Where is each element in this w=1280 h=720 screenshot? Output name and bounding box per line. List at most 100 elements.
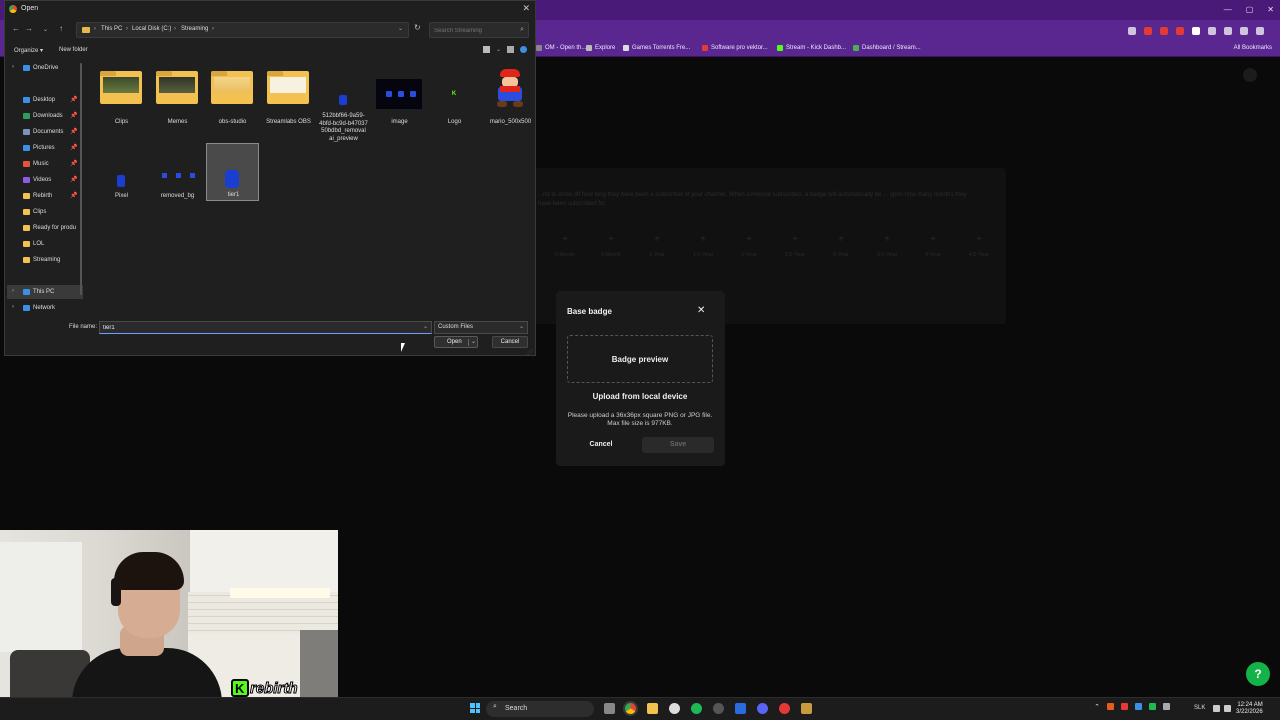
taskbar-search[interactable]: ⌕ Search bbox=[486, 701, 594, 717]
minimize-icon[interactable]: — bbox=[1224, 5, 1232, 14]
close-icon[interactable]: ✕ bbox=[1267, 5, 1274, 14]
badge-slot[interactable]: +9-Month bbox=[596, 234, 626, 258]
nav-item[interactable]: Music 📌 bbox=[7, 157, 83, 171]
extension-icon[interactable] bbox=[1160, 27, 1168, 35]
steam-icon[interactable] bbox=[713, 703, 724, 714]
chevron-down-icon[interactable]: ⌄ bbox=[423, 323, 428, 330]
breadcrumb-item[interactable]: Streaming bbox=[181, 26, 208, 32]
extension-icon[interactable] bbox=[1144, 27, 1152, 35]
cancel-button[interactable]: Cancel bbox=[492, 336, 528, 348]
download-icon[interactable] bbox=[1224, 27, 1232, 35]
refresh-icon[interactable]: ↻ bbox=[414, 23, 421, 32]
file-item[interactable]: Streamlabs OBS bbox=[262, 67, 315, 127]
tray-app-icon[interactable] bbox=[1107, 703, 1114, 710]
tray-app-icon[interactable] bbox=[1163, 703, 1170, 710]
star-icon[interactable] bbox=[1128, 27, 1136, 35]
chevron-right-icon[interactable]: › bbox=[12, 64, 14, 70]
recent-chevron-icon[interactable]: ⌄ bbox=[43, 26, 48, 33]
search-input[interactable] bbox=[434, 26, 514, 35]
file-explorer-icon[interactable] bbox=[647, 703, 658, 714]
open-button[interactable]: Open ⌄ bbox=[434, 336, 478, 348]
chevron-down-icon[interactable]: ⌄ bbox=[471, 338, 476, 345]
badge-slot[interactable]: +4.5-Year bbox=[964, 234, 994, 258]
discord-icon[interactable] bbox=[757, 703, 768, 714]
badge-slot[interactable]: +1-Year bbox=[642, 234, 672, 258]
resize-grip-icon[interactable]: ⋰ bbox=[527, 349, 533, 356]
spotify-icon[interactable] bbox=[691, 703, 702, 714]
profile-icon[interactable] bbox=[1240, 27, 1248, 35]
file-name-field[interactable]: ⌄ bbox=[99, 321, 432, 334]
volume-icon[interactable] bbox=[1224, 705, 1231, 712]
file-item[interactable]: mario_500x500 bbox=[484, 67, 537, 127]
task-view-icon[interactable] bbox=[604, 703, 615, 714]
file-name-input[interactable] bbox=[103, 324, 403, 332]
file-item[interactable]: K Logo bbox=[428, 67, 481, 127]
file-item[interactable]: Pixel bbox=[95, 147, 148, 203]
nav-item[interactable]: Desktop 📌 bbox=[7, 93, 83, 107]
file-item[interactable]: image bbox=[373, 67, 426, 127]
bookmark[interactable]: OM - Open th... bbox=[536, 45, 586, 51]
nav-item[interactable]: Downloads 📌 bbox=[7, 109, 83, 123]
forward-icon[interactable]: → bbox=[25, 24, 33, 33]
avatar[interactable] bbox=[1243, 68, 1257, 82]
app-icon[interactable] bbox=[779, 703, 790, 714]
chevron-down-icon[interactable]: ⌄ bbox=[398, 25, 403, 32]
file-type-select[interactable]: Custom Files ⌄ bbox=[434, 321, 528, 334]
help-icon[interactable] bbox=[520, 46, 527, 53]
nav-item[interactable]: LOL bbox=[7, 237, 83, 251]
chevron-right-icon[interactable]: › bbox=[12, 288, 14, 294]
language-indicator[interactable]: SLK bbox=[1194, 705, 1205, 711]
puzzle-icon[interactable] bbox=[1208, 27, 1216, 35]
badge-slot[interactable]: +2.5-Year bbox=[780, 234, 810, 258]
cancel-button[interactable]: Cancel bbox=[576, 437, 626, 453]
clock[interactable]: 12:24 AM 3/22/2026 bbox=[1236, 702, 1263, 716]
help-chat-icon[interactable]: ? bbox=[1246, 662, 1270, 686]
bluetooth-icon[interactable] bbox=[1135, 703, 1142, 710]
badge-slot[interactable]: +3-Year bbox=[826, 234, 856, 258]
close-icon[interactable]: ✕ bbox=[522, 3, 530, 14]
nav-scrollbar[interactable] bbox=[80, 63, 82, 295]
league-icon[interactable] bbox=[801, 703, 812, 714]
badge-slot[interactable]: +3.5-Year bbox=[872, 234, 902, 258]
close-icon[interactable]: ✕ bbox=[697, 305, 705, 316]
badge-slot[interactable]: +2-Year bbox=[734, 234, 764, 258]
breadcrumb-item[interactable]: This PC bbox=[101, 26, 122, 32]
nav-item[interactable]: Videos 📌 bbox=[7, 173, 83, 187]
file-item[interactable]: Clips bbox=[95, 67, 148, 127]
calculator-icon[interactable] bbox=[735, 703, 746, 714]
nav-item[interactable]: › Network bbox=[7, 301, 83, 315]
tray-app-icon[interactable] bbox=[1121, 703, 1128, 710]
extension-icon[interactable] bbox=[1176, 27, 1184, 35]
file-item[interactable]: removed_bg bbox=[151, 147, 204, 203]
tray-app-icon[interactable] bbox=[1149, 703, 1156, 710]
file-item-selected[interactable]: tier1 bbox=[206, 143, 259, 201]
chrome-icon[interactable] bbox=[625, 703, 636, 714]
bookmark[interactable]: Stream - Kick Dashb... bbox=[777, 45, 846, 51]
badge-slot[interactable]: +6-Month bbox=[550, 234, 580, 258]
nav-item[interactable]: Pictures 📌 bbox=[7, 141, 83, 155]
windows-start-icon[interactable] bbox=[470, 703, 480, 713]
maximize-icon[interactable]: ▢ bbox=[1246, 5, 1254, 14]
nav-item[interactable]: › OneDrive bbox=[7, 61, 83, 75]
view-icon[interactable] bbox=[483, 46, 490, 53]
file-item[interactable]: Memes bbox=[151, 67, 204, 127]
all-bookmarks[interactable]: All Bookmarks bbox=[1234, 45, 1272, 51]
menu-icon[interactable] bbox=[1256, 27, 1264, 35]
save-button[interactable]: Save bbox=[642, 437, 714, 453]
nav-item[interactable]: › This PC bbox=[7, 285, 83, 299]
badge-slot[interactable]: +4-Year bbox=[918, 234, 948, 258]
nav-item[interactable]: Streaming bbox=[7, 253, 83, 267]
wifi-icon[interactable] bbox=[1213, 705, 1220, 712]
bookmark[interactable]: Software pro vektor... bbox=[702, 45, 768, 51]
chevron-right-icon[interactable]: › bbox=[12, 304, 14, 310]
new-folder-button[interactable]: New folder bbox=[59, 47, 88, 53]
organize-button[interactable]: Organize ▾ bbox=[14, 47, 43, 54]
chevron-up-icon[interactable]: ⌃ bbox=[1094, 703, 1100, 711]
preview-pane-icon[interactable] bbox=[507, 46, 514, 53]
badge-slot[interactable]: +1.5-Year bbox=[688, 234, 718, 258]
nav-item[interactable]: Documents 📌 bbox=[7, 125, 83, 139]
breadcrumb-item[interactable]: Local Disk (C:) bbox=[132, 26, 171, 32]
bookmark[interactable]: Games Torrents Fre... bbox=[623, 45, 690, 51]
up-icon[interactable]: ↑ bbox=[59, 24, 63, 33]
upload-button[interactable]: Upload from local device bbox=[567, 389, 713, 405]
